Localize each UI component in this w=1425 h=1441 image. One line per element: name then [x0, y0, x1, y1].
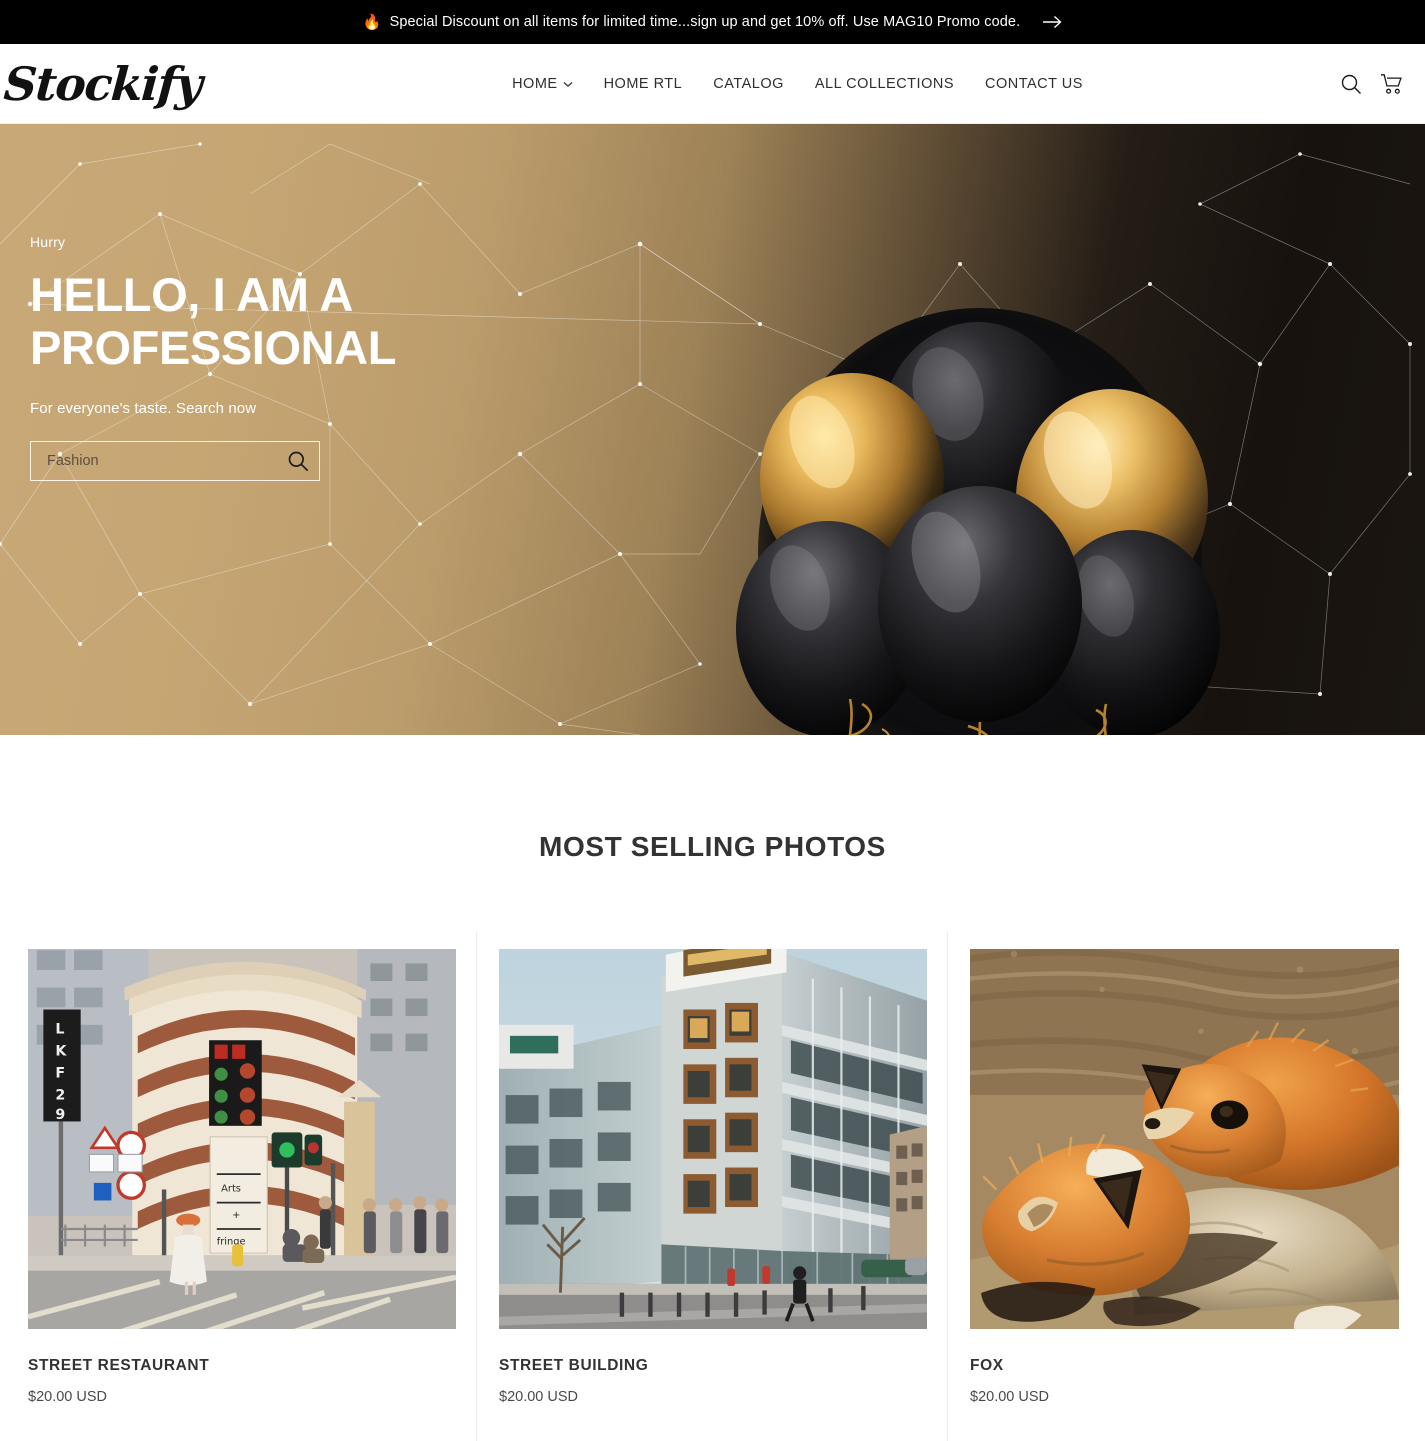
search-submit-button[interactable]	[277, 442, 319, 480]
product-price: $20.00 USD	[499, 1389, 578, 1405]
hero-banner: Hurry HELLO, I AM A PROFESSIONAL For eve…	[0, 124, 1425, 735]
nav-item-contact-us[interactable]: CONTACT US	[985, 76, 1083, 92]
product-grid: Arts + fringe LK F29 STREET RESTAURANT $…	[0, 931, 1425, 1441]
product-image-street-restaurant[interactable]: Arts + fringe LK F29	[28, 949, 456, 1329]
svg-text:9: 9	[55, 1107, 65, 1123]
logo[interactable]: Stockify	[0, 57, 300, 111]
product-title: STREET BUILDING	[499, 1357, 649, 1374]
svg-text:L: L	[55, 1022, 64, 1038]
product-price: $20.00 USD	[970, 1389, 1049, 1405]
product-card[interactable]: FOX $20.00 USD	[948, 931, 1419, 1441]
logo-text[interactable]: Stockify	[2, 57, 203, 111]
product-card[interactable]: STREET BUILDING $20.00 USD	[477, 931, 948, 1441]
hero-balloons-image	[736, 308, 1220, 735]
product-image-street-building[interactable]	[499, 949, 927, 1329]
product-title: FOX	[970, 1357, 1004, 1374]
nav-item-all-collections[interactable]: ALL COLLECTIONS	[815, 76, 954, 92]
arrow-right-icon[interactable]	[1042, 15, 1062, 29]
svg-text:+: +	[232, 1210, 240, 1221]
cart-icon[interactable]	[1380, 73, 1405, 95]
hero-search-box[interactable]	[30, 441, 320, 482]
nav-item-catalog[interactable]: CATALOG	[713, 76, 784, 92]
header-icons	[1295, 73, 1405, 95]
hero-content: Hurry HELLO, I AM A PROFESSIONAL For eve…	[30, 234, 590, 482]
svg-text:2: 2	[55, 1087, 65, 1103]
section-title: MOST SELLING PHOTOS	[539, 831, 886, 862]
search-input[interactable]	[31, 442, 277, 481]
hero-kicker: Hurry	[30, 234, 66, 250]
site-header: Stockify HOME HOME RTL CATALOG ALL COLLE…	[0, 44, 1425, 124]
hero-title: HELLO, I AM A PROFESSIONAL	[30, 268, 397, 375]
flame-icon: 🔥	[362, 13, 382, 31]
main-navigation: HOME HOME RTL CATALOG ALL COLLECTIONS CO…	[300, 76, 1295, 92]
product-title: STREET RESTAURANT	[28, 1357, 210, 1374]
most-selling-section: MOST SELLING PHOTOS Arts + fringe L K F …	[0, 735, 1425, 1441]
search-icon[interactable]	[1340, 73, 1362, 95]
svg-text:K: K	[55, 1044, 67, 1060]
product-image-fox[interactable]	[970, 949, 1399, 1329]
svg-text:Arts: Arts	[221, 1184, 241, 1195]
nav-label-home: HOME	[512, 75, 558, 92]
hero-subtitle: For everyone's taste. Search now	[30, 400, 257, 418]
chevron-down-icon	[563, 76, 573, 92]
nav-item-home-rtl[interactable]: HOME RTL	[604, 76, 683, 92]
svg-text:F: F	[55, 1066, 65, 1082]
product-price: $20.00 USD	[28, 1389, 107, 1405]
product-card[interactable]: Arts + fringe LK F29 STREET RESTAURANT $…	[6, 931, 477, 1441]
nav-item-home[interactable]: HOME	[512, 76, 573, 92]
announcement-text: Special Discount on all items for limite…	[389, 14, 1021, 30]
announcement-bar: 🔥 Special Discount on all items for limi…	[0, 0, 1425, 44]
